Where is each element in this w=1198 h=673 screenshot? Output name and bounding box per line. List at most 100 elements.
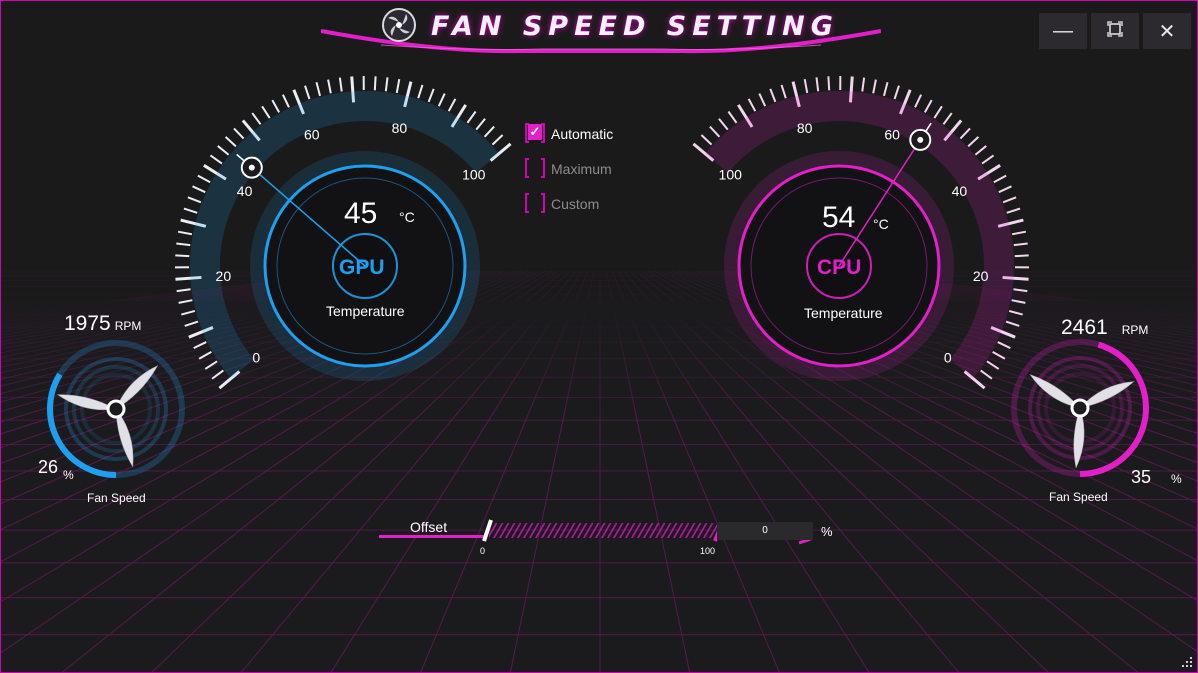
gauge-tick bbox=[998, 185, 1012, 194]
gauge-tick bbox=[282, 94, 290, 108]
gauge-tick bbox=[986, 360, 1000, 370]
gauge-tick bbox=[395, 78, 401, 94]
gauge-tick bbox=[176, 242, 191, 247]
gauge-tick bbox=[993, 174, 1007, 184]
gauge-tick bbox=[217, 145, 230, 156]
checkmark-icon: ✓ bbox=[528, 124, 542, 140]
gpu-fan-speed-label: Fan Speed bbox=[87, 491, 146, 505]
gpu-fan-percent-sign: % bbox=[63, 468, 74, 482]
gpu-temperature-unit: °C bbox=[399, 209, 415, 225]
gauge-tick bbox=[1005, 320, 1020, 327]
resize-grip-icon[interactable] bbox=[1181, 656, 1193, 668]
gauge-tick bbox=[475, 118, 486, 131]
gauge-tick bbox=[466, 110, 477, 124]
gauge-tick bbox=[959, 127, 971, 140]
mode-label: Custom bbox=[551, 196, 600, 212]
gauge-tick bbox=[933, 105, 943, 119]
mode-label: Maximum bbox=[551, 161, 612, 177]
gauge-tick bbox=[1013, 242, 1028, 247]
gauge-tick bbox=[861, 77, 866, 92]
gauge-tick bbox=[923, 99, 933, 113]
gauge-tick bbox=[193, 341, 207, 349]
checkbox-maximum[interactable] bbox=[525, 158, 545, 180]
gauge-tick bbox=[315, 82, 322, 97]
gauge-tick bbox=[181, 309, 196, 316]
gauge-tick bbox=[1014, 254, 1029, 258]
gauge-tick bbox=[251, 112, 262, 125]
gauge-tick bbox=[384, 77, 389, 92]
gauge-scale-label: 60 bbox=[884, 126, 900, 142]
gauge-tick bbox=[197, 174, 211, 184]
offset-max-label: 100 bbox=[700, 546, 716, 556]
gauge-tick bbox=[178, 299, 193, 304]
gauge-tick bbox=[491, 134, 504, 146]
minimize-icon: — bbox=[1053, 19, 1073, 42]
gauge-tick bbox=[700, 134, 713, 146]
gauge-tick bbox=[980, 369, 993, 380]
gauge-tick bbox=[718, 118, 729, 131]
gauge-scale-label: 40 bbox=[952, 183, 968, 199]
cpu-fan-speed-ring bbox=[1011, 339, 1149, 477]
gauge-scale-label: 100 bbox=[462, 167, 486, 183]
gauge-tick bbox=[271, 99, 281, 113]
close-button[interactable]: ✕ bbox=[1143, 13, 1191, 49]
gauge-tick bbox=[974, 145, 987, 156]
offset-min-label: 0 bbox=[480, 546, 486, 556]
gauge-tick bbox=[177, 230, 193, 236]
window-title: FAN SPEED SETTING bbox=[431, 11, 839, 42]
gauge-tick bbox=[483, 125, 495, 138]
gauge-tick bbox=[747, 98, 757, 112]
gauge-tick bbox=[176, 288, 191, 293]
gpu-fan-percent: 26 bbox=[38, 457, 59, 477]
gauge-scale-label: 60 bbox=[304, 126, 320, 142]
gauge-tick bbox=[187, 196, 202, 204]
cpu-temperature-label: Temperature bbox=[804, 305, 883, 321]
gauge-tick bbox=[893, 85, 900, 100]
gpu-chip-label: GPU bbox=[339, 256, 385, 279]
gauge-tick bbox=[447, 98, 457, 112]
gauge-tick bbox=[872, 79, 877, 94]
fan-logo-icon bbox=[382, 8, 416, 42]
checkbox-custom[interactable] bbox=[525, 193, 545, 215]
mode-maximum[interactable]: Maximum bbox=[525, 158, 612, 180]
gauge-tick bbox=[175, 254, 190, 258]
mode-custom[interactable]: Custom bbox=[525, 193, 599, 215]
gauge-scale-label: 0 bbox=[252, 349, 260, 365]
gauge-tick bbox=[437, 93, 446, 107]
gauge-tick bbox=[304, 85, 311, 100]
gauge-tick bbox=[198, 350, 212, 360]
gauge-tick bbox=[815, 77, 820, 92]
gauge-tick bbox=[758, 93, 767, 107]
gauge-tick bbox=[709, 125, 721, 138]
offset-unit: % bbox=[821, 524, 833, 539]
gauge-tick bbox=[427, 88, 435, 103]
gauge-tick bbox=[992, 350, 1006, 360]
gauge-tick bbox=[338, 77, 343, 92]
offset-value-input[interactable]: 0 bbox=[717, 522, 813, 540]
gauge-tick bbox=[327, 79, 332, 94]
cpu-chip-label: CPU bbox=[817, 256, 862, 279]
gauge-tick bbox=[184, 320, 199, 327]
gauge-tick bbox=[967, 136, 980, 148]
cpu-temperature-value: 54 bbox=[822, 201, 856, 234]
gauge-tick bbox=[1006, 207, 1021, 214]
checkbox-automatic[interactable]: ✓ bbox=[525, 123, 545, 145]
gauge-tick bbox=[914, 94, 922, 108]
cpu-fan-percent-sign: % bbox=[1171, 472, 1182, 486]
restore-button[interactable] bbox=[1091, 13, 1139, 49]
gauge-tick bbox=[373, 76, 377, 91]
gauge-scale-label: 20 bbox=[973, 268, 989, 284]
gauge-tick bbox=[981, 154, 995, 165]
gauge-tick bbox=[1011, 230, 1027, 236]
gpu-temperature-label: Temperature bbox=[326, 303, 405, 319]
gauge-tick bbox=[1013, 288, 1028, 293]
cpu-fan-speed-label: Fan Speed bbox=[1049, 490, 1108, 504]
minimize-button[interactable]: — bbox=[1039, 13, 1087, 49]
gauge-tick bbox=[261, 105, 271, 119]
gauge-tick bbox=[942, 112, 953, 125]
gauge-tick bbox=[192, 185, 206, 194]
restore-icon bbox=[1107, 20, 1123, 43]
gauge-scale-label: 100 bbox=[719, 167, 743, 183]
mode-automatic[interactable]: ✓ Automatic bbox=[525, 123, 613, 145]
gauge-tick bbox=[780, 84, 787, 99]
